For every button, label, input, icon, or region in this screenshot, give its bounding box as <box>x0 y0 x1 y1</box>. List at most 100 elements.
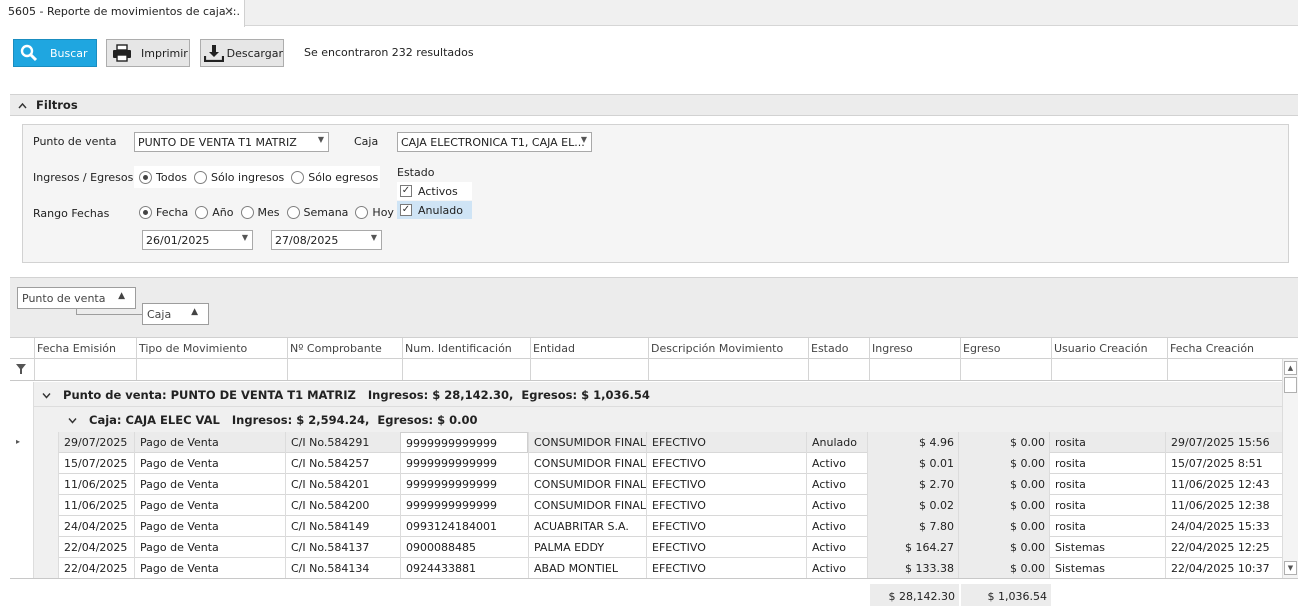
radio-solo-ingresos[interactable]: Sólo ingresos <box>194 170 284 184</box>
column-header[interactable]: Tipo de Movimiento <box>136 338 287 359</box>
table-cell[interactable]: 22/04/2025 <box>58 558 134 579</box>
table-cell[interactable]: 0993124184001 <box>400 516 528 537</box>
table-cell[interactable]: C/I No.584200 <box>285 495 400 516</box>
filters-header[interactable]: Filtros <box>10 94 1298 116</box>
radio-todos[interactable]: Todos <box>139 170 187 184</box>
table-cell[interactable]: Sistemas <box>1049 558 1165 579</box>
table-cell[interactable]: $ 4.96 <box>867 432 958 453</box>
checkbox-activos[interactable]: ✓ Activos <box>397 182 472 200</box>
group-chip-caja[interactable]: Caja ▲ <box>142 303 209 325</box>
table-cell[interactable]: C/I No.584137 <box>285 537 400 558</box>
table-cell[interactable]: 15/07/2025 8:51 <box>1165 453 1282 474</box>
filter-cell[interactable] <box>530 359 648 380</box>
table-cell[interactable]: Activo <box>806 474 867 495</box>
date-from-picker[interactable]: 26/01/2025 ▼ <box>142 230 253 250</box>
table-cell[interactable]: rosita <box>1049 453 1165 474</box>
table-cell[interactable]: 24/04/2025 <box>58 516 134 537</box>
table-cell[interactable]: Pago de Venta <box>134 495 285 516</box>
download-button[interactable]: Descargar <box>200 39 284 67</box>
radio-solo-egresos[interactable]: Sólo egresos <box>291 170 378 184</box>
radio-fecha[interactable]: Fecha <box>139 206 188 219</box>
table-cell[interactable]: $ 133.38 <box>867 558 958 579</box>
table-cell[interactable]: 0924433881 <box>400 558 528 579</box>
table-cell[interactable]: Activo <box>806 453 867 474</box>
table-row[interactable]: 11/06/2025 Pago de Venta C/I No.584200 9999… <box>58 495 1282 516</box>
table-cell[interactable]: 0900088485 <box>400 537 528 558</box>
filter-cell[interactable] <box>808 359 869 380</box>
filter-cell[interactable] <box>869 359 960 380</box>
table-cell[interactable]: CONSUMIDOR FINAL <box>528 495 646 516</box>
table-cell[interactable]: $ 0.00 <box>958 537 1049 558</box>
table-cell[interactable]: $ 0.00 <box>958 453 1049 474</box>
filter-cell[interactable] <box>136 359 287 380</box>
table-cell[interactable]: Anulado <box>806 432 867 453</box>
table-cell[interactable]: 29/07/2025 <box>58 432 134 453</box>
close-icon[interactable]: × <box>224 4 234 18</box>
checkbox-anulado[interactable]: ✓ Anulado <box>397 201 472 219</box>
filter-cell[interactable] <box>1051 359 1167 380</box>
table-cell[interactable]: 11/06/2025 <box>58 495 134 516</box>
vertical-scrollbar[interactable]: ▲ ▼ <box>1282 359 1298 578</box>
table-cell[interactable]: Pago de Venta <box>134 537 285 558</box>
group-chip-punto-venta[interactable]: Punto de venta ▲ <box>17 287 136 309</box>
table-cell[interactable]: ABAD MONTIEL <box>528 558 646 579</box>
scroll-thumb[interactable] <box>1284 377 1297 393</box>
filter-cell[interactable] <box>287 359 402 380</box>
table-cell[interactable]: $ 2.70 <box>867 474 958 495</box>
column-header[interactable]: Egreso <box>960 338 1051 359</box>
table-cell[interactable]: 9999999999999 <box>400 495 528 516</box>
table-cell[interactable]: Pago de Venta <box>134 558 285 579</box>
table-row[interactable]: 24/04/2025 Pago de Venta C/I No.584149 0993… <box>58 516 1282 537</box>
table-cell[interactable]: EFECTIVO <box>646 495 806 516</box>
radio-hoy[interactable]: Hoy <box>355 206 394 219</box>
table-cell[interactable]: Activo <box>806 495 867 516</box>
radio-semana[interactable]: Semana <box>286 206 348 219</box>
table-cell[interactable]: $ 0.00 <box>958 516 1049 537</box>
table-cell[interactable]: 15/07/2025 <box>58 453 134 474</box>
filter-cell[interactable] <box>34 359 136 380</box>
table-cell[interactable]: CONSUMIDOR FINAL <box>528 474 646 495</box>
table-row[interactable]: 11/06/2025 Pago de Venta C/I No.584201 9999… <box>58 474 1282 495</box>
table-row[interactable]: 22/04/2025 Pago de Venta C/I No.584137 0900… <box>58 537 1282 558</box>
table-cell[interactable]: 22/04/2025 10:37 <box>1165 558 1282 579</box>
column-header[interactable]: Usuario Creación <box>1051 338 1167 359</box>
table-cell[interactable]: $ 0.00 <box>958 474 1049 495</box>
table-cell[interactable]: Activo <box>806 537 867 558</box>
table-cell[interactable]: $ 0.00 <box>958 558 1049 579</box>
table-cell[interactable]: Pago de Venta <box>134 432 285 453</box>
table-cell[interactable]: Activo <box>806 558 867 579</box>
column-header[interactable]: Nº Comprobante <box>287 338 402 359</box>
table-cell[interactable]: C/I No.584201 <box>285 474 400 495</box>
table-cell[interactable]: Sistemas <box>1049 537 1165 558</box>
table-cell[interactable]: Pago de Venta <box>134 453 285 474</box>
filter-icon[interactable] <box>16 364 26 377</box>
table-cell[interactable]: 9999999999999 <box>400 474 528 495</box>
table-cell[interactable]: 22/04/2025 12:25 <box>1165 537 1282 558</box>
column-header[interactable]: Estado <box>808 338 869 359</box>
scroll-down-icon[interactable]: ▼ <box>1284 561 1297 575</box>
column-header[interactable]: Fecha Emisión <box>34 338 136 359</box>
table-cell[interactable]: $ 164.27 <box>867 537 958 558</box>
table-cell[interactable]: EFECTIVO <box>646 516 806 537</box>
table-cell[interactable]: C/I No.584257 <box>285 453 400 474</box>
table-cell[interactable]: C/I No.584291 <box>285 432 400 453</box>
table-cell[interactable]: Activo <box>806 516 867 537</box>
table-cell[interactable]: Pago de Venta <box>134 516 285 537</box>
caja-select[interactable]: CAJA ELECTRONICA T1, CAJA EL... ▼ <box>397 132 592 152</box>
radio-mes[interactable]: Mes <box>240 206 280 219</box>
filter-cell[interactable] <box>1167 359 1283 380</box>
table-cell[interactable]: 9999999999999 <box>400 453 528 474</box>
table-cell[interactable]: EFECTIVO <box>646 537 806 558</box>
table-cell[interactable]: EFECTIVO <box>646 558 806 579</box>
table-cell[interactable]: rosita <box>1049 474 1165 495</box>
table-cell[interactable]: C/I No.584149 <box>285 516 400 537</box>
table-cell[interactable]: PALMA EDDY <box>528 537 646 558</box>
column-header[interactable]: Descripción Movimiento <box>648 338 808 359</box>
column-header[interactable]: Num. Identificación <box>402 338 530 359</box>
table-cell[interactable]: EFECTIVO <box>646 474 806 495</box>
table-cell[interactable]: rosita <box>1049 432 1165 453</box>
date-to-picker[interactable]: 27/08/2025 ▼ <box>271 230 382 250</box>
table-cell[interactable]: EFECTIVO <box>646 453 806 474</box>
table-cell[interactable]: 11/06/2025 <box>58 474 134 495</box>
column-header[interactable]: Ingreso <box>869 338 960 359</box>
